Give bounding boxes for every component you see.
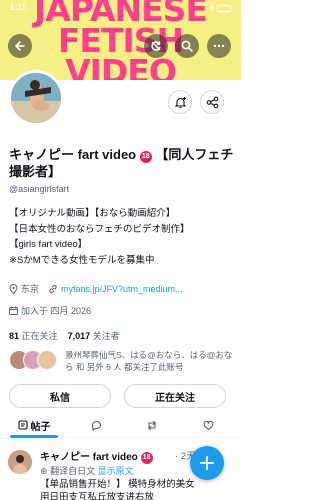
battery-icon — [217, 4, 231, 12]
repost-icon — [148, 420, 156, 430]
compose-button[interactable] — [190, 446, 224, 480]
follow-stats: 81 正在关注 7,017 关注者 — [9, 329, 120, 342]
tab-replies[interactable] — [84, 412, 108, 438]
age-18-badge: 18 — [139, 151, 152, 163]
profile-meta-joined: 加入于 四月 2026 — [9, 304, 91, 317]
back-button[interactable] — [8, 34, 32, 58]
profile-handle: @asiangirlsfart — [9, 184, 70, 194]
profile-name: キャノピー fart video 18 【同人フェチ撮影者】 — [9, 146, 235, 180]
calendar-icon — [9, 306, 18, 315]
tweet-avatar-photo — [8, 450, 32, 474]
search-icon — [181, 40, 193, 52]
bio-line: 【日本女性のおならフェチのビデオ制作】 — [9, 223, 190, 235]
location-text: 东京 — [21, 284, 40, 294]
avatar-photo — [11, 73, 61, 123]
plus-icon — [200, 456, 214, 470]
avatar[interactable] — [8, 70, 64, 126]
follower-avatar — [37, 350, 57, 370]
show-original-link[interactable]: 显示原文 — [98, 466, 134, 476]
followers-link[interactable]: 7,017 关注者 — [68, 331, 120, 341]
tweet-author-name: キャノピー fart video — [40, 452, 138, 463]
bio-line: 【オリジナル動画】【おなら動画紹介】 — [9, 208, 176, 219]
profile-meta-location-website: 东京 myfans.jp/JFV?utm_medium... — [9, 282, 183, 295]
more-button[interactable] — [207, 34, 231, 58]
share-icon — [206, 96, 218, 108]
translate-icon: ⊕ — [40, 466, 48, 476]
posts-icon — [17, 420, 28, 430]
website-link[interactable]: myfans.jp/JFV?utm_medium... — [61, 284, 183, 294]
status-icons: ▾ — [209, 2, 231, 14]
profile-banner[interactable]: JAPANESE FETISH VIDEO 1:15 ▾ — [0, 0, 241, 80]
following-label: 正在关注 — [21, 331, 58, 341]
followed-by-text: 景州琴葬仙气S、はる@おなら、はる@おなら 和 另外 6 人 都关注了此账号 — [65, 350, 233, 372]
share-button[interactable] — [200, 90, 224, 114]
tweet-translation-note: ⊕ 翻译自日文 显示原文 — [40, 464, 134, 477]
tweet-text: 【单品销售开始！】 模特身材的美女 用日田支互私丘放支进右放 — [40, 478, 240, 500]
more-icon — [213, 44, 225, 48]
reply-icon — [91, 420, 101, 431]
wifi-icon: ▾ — [209, 2, 214, 13]
display-name: キャノピー fart video — [9, 147, 137, 162]
refresh-icon — [151, 41, 161, 51]
tweet-age-18-badge: 18 — [140, 452, 153, 464]
bell-add-icon — [174, 96, 186, 108]
followed-by-row[interactable]: 景州琴葬仙气S、はる@おなら、はる@おなら 和 另外 6 人 都关注了此账号 — [9, 349, 235, 375]
tab-likes[interactable] — [196, 412, 220, 438]
status-bar: 1:15 ▾ — [0, 0, 241, 14]
tweet-text-line: 【单品销售开始！】 模特身材的美女 — [40, 479, 195, 490]
active-tab-indicator — [10, 435, 58, 438]
notifications-button[interactable] — [168, 90, 192, 114]
following-count: 81 — [9, 331, 20, 341]
tab-reposts[interactable] — [140, 412, 164, 438]
message-button[interactable]: 私信 — [9, 384, 111, 408]
search-button[interactable] — [175, 34, 199, 58]
heart-icon — [202, 420, 214, 430]
back-arrow-icon — [15, 41, 25, 51]
tab-posts-label: 帖子 — [30, 421, 51, 433]
bio-line: 【girls fart video】 — [9, 239, 88, 250]
tweet-avatar[interactable] — [8, 450, 32, 474]
refresh-button[interactable] — [144, 34, 168, 58]
location-pin-icon — [9, 283, 18, 294]
tweet-author: キャノピー fart video 18 — [40, 448, 153, 464]
link-icon — [49, 284, 57, 293]
status-time: 1:15 — [10, 2, 28, 12]
profile-tabs: 帖子 — [0, 412, 241, 438]
following-button[interactable]: 正在关注 — [124, 384, 226, 408]
joined-date: 加入于 四月 2026 — [21, 306, 92, 316]
followers-count: 7,017 — [67, 331, 91, 341]
translate-prefix: 翻译自日文 — [50, 466, 96, 476]
following-link[interactable]: 81 正在关注 — [9, 331, 58, 341]
profile-bio: 【オリジナル動画】【おなら動画紹介】 【日本女性のおならフェチのビデオ制作】 【… — [9, 206, 235, 268]
tweet-text-line: 用日田支互私丘放支进右放 — [40, 492, 155, 500]
followers-label: 关注者 — [92, 331, 120, 341]
bio-line: ※SかMできる女性モデルを募集中 — [9, 254, 155, 266]
